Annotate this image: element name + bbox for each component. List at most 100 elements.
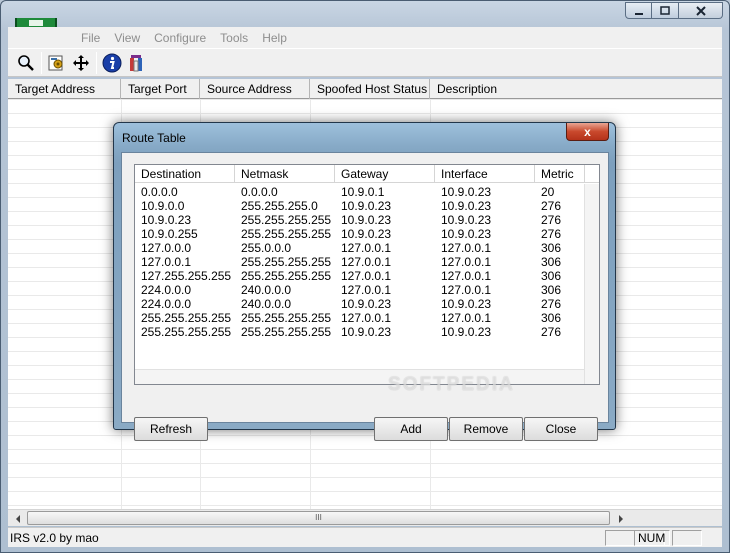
cell-interface: 127.0.0.1 (441, 311, 492, 325)
cell-metric: 276 (541, 213, 562, 227)
menu-bar: File View Configure Tools Help (8, 27, 722, 48)
cell-metric: 306 (541, 255, 562, 269)
table-row[interactable]: 10.9.0.0 255.255.255.0 10.9.0.23 10.9.0.23 2… (135, 199, 599, 213)
table-row[interactable]: 10.9.0.23 255.255.255.255 10.9.0.23 10.9.0.… (135, 213, 599, 227)
cell-netmask: 255.255.255.0 (241, 199, 318, 213)
toolbar-separator (96, 51, 97, 74)
column-target-address[interactable]: Target Address (8, 79, 121, 99)
menu-configure[interactable]: Configure (147, 31, 213, 45)
column-metric[interactable]: Metric (535, 165, 585, 183)
toolbar (8, 48, 722, 77)
menu-file[interactable]: File (74, 31, 107, 45)
scroll-thumb[interactable]: III (27, 511, 610, 525)
cell-destination: 0.0.0.0 (141, 185, 178, 199)
status-num-indicator: NUM (634, 530, 670, 546)
table-row[interactable]: 127.255.255.255 255.255.255.255 127.0.0.1 1… (135, 269, 599, 283)
column-description[interactable]: Description (430, 79, 722, 99)
column-gateway[interactable]: Gateway (335, 165, 435, 183)
cell-interface: 10.9.0.23 (441, 185, 492, 199)
search-icon (18, 54, 34, 71)
status-pane-empty (672, 530, 702, 546)
cell-gateway: 127.0.0.1 (341, 269, 392, 283)
cell-netmask: 255.255.255.255 (241, 269, 332, 283)
cell-metric: 306 (541, 241, 562, 255)
cell-metric: 20 (541, 185, 555, 199)
column-netmask[interactable]: Netmask (235, 165, 335, 183)
dialog-client-area: Destination Netmask Gateway Interface Me… (121, 152, 609, 441)
cell-metric: 306 (541, 269, 562, 283)
table-row[interactable]: 10.9.0.255 255.255.255.255 10.9.0.23 10.9.0… (135, 227, 599, 241)
cell-destination: 127.255.255.255 (141, 269, 232, 283)
minimize-button[interactable] (625, 2, 652, 19)
table-row[interactable]: 224.0.0.0 240.0.0.0 10.9.0.23 10.9.0.23 276 (135, 297, 599, 311)
cell-interface: 10.9.0.23 (441, 297, 492, 311)
route-table-dialog: Route Table x Destination Netmask Gatewa… (113, 122, 616, 441)
settings-icon (48, 55, 63, 70)
cell-metric: 276 (541, 297, 562, 311)
cell-interface: 127.0.0.1 (441, 269, 492, 283)
column-destination[interactable]: Destination (135, 165, 235, 183)
cell-destination: 127.0.0.1 (141, 255, 192, 269)
cell-destination: 10.9.0.0 (141, 199, 185, 213)
scroll-left-button[interactable] (9, 511, 26, 526)
status-text: IRS v2.0 by mao (10, 531, 99, 545)
horizontal-scrollbar[interactable]: III (8, 509, 722, 526)
column-source-address[interactable]: Source Address (200, 79, 310, 99)
menu-tools[interactable]: Tools (213, 31, 255, 45)
window-close-button[interactable] (679, 2, 723, 19)
add-button[interactable]: Add (374, 417, 448, 441)
route-table-list[interactable]: Destination Netmask Gateway Interface Me… (134, 164, 600, 385)
status-bar: IRS v2.0 by mao NUM (8, 527, 722, 547)
cell-interface: 10.9.0.23 (441, 227, 492, 241)
cell-metric: 276 (541, 199, 562, 213)
cell-destination: 10.9.0.23 (141, 213, 192, 227)
watermark-logo: SOFTPEDIA (388, 374, 515, 395)
column-spoofed-host-status[interactable]: Spoofed Host Status (310, 79, 430, 99)
cell-metric: 306 (541, 311, 562, 325)
table-row[interactable]: 0.0.0.0 0.0.0.0 10.9.0.1 10.9.0.23 20 (135, 185, 599, 199)
menu-help[interactable]: Help (255, 31, 294, 45)
close-button[interactable]: Close (524, 417, 598, 441)
remove-button[interactable]: Remove (449, 417, 523, 441)
cell-gateway: 127.0.0.1 (341, 311, 392, 325)
toolbar-search-button[interactable] (14, 51, 38, 75)
route-table-vertical-scrollbar[interactable] (584, 184, 599, 384)
menu-view[interactable]: View (107, 31, 147, 45)
cell-destination: 127.0.0.0 (141, 241, 192, 255)
cell-destination: 255.255.255.255 (141, 311, 232, 325)
remove-icon (130, 54, 142, 71)
table-row[interactable]: 127.0.0.1 255.255.255.255 127.0.0.1 127.0.0… (135, 255, 599, 269)
cell-destination: 224.0.0.0 (141, 283, 192, 297)
close-icon (695, 5, 706, 16)
toolbar-move-button[interactable] (69, 51, 93, 75)
table-row[interactable]: 255.255.255.255 255.255.255.255 127.0.0.1 1… (135, 311, 599, 325)
cell-netmask: 255.0.0.0 (241, 241, 292, 255)
cell-gateway: 10.9.0.23 (341, 227, 392, 241)
dialog-close-x-button[interactable]: x (566, 123, 609, 141)
window-controls (625, 2, 723, 19)
column-interface[interactable]: Interface (435, 165, 535, 183)
refresh-button[interactable]: Refresh (134, 417, 208, 441)
cell-gateway: 127.0.0.1 (341, 255, 392, 269)
cell-gateway: 10.9.0.23 (341, 325, 392, 339)
cell-gateway: 10.9.0.23 (341, 199, 392, 213)
cell-gateway: 10.9.0.23 (341, 213, 392, 227)
scroll-right-button[interactable] (612, 511, 629, 526)
table-row[interactable]: 255.255.255.255 255.255.255.255 10.9.0.23 1… (135, 325, 599, 339)
table-row[interactable]: 224.0.0.0 240.0.0.0 127.0.0.1 127.0.0.1 306 (135, 283, 599, 297)
maximize-button[interactable] (652, 2, 679, 19)
table-row[interactable]: 127.0.0.0 255.0.0.0 127.0.0.1 127.0.0.1 306 (135, 241, 599, 255)
cell-destination: 10.9.0.255 (141, 227, 198, 241)
cell-interface: 127.0.0.1 (441, 255, 492, 269)
cell-interface: 10.9.0.23 (441, 213, 492, 227)
cell-interface: 127.0.0.1 (441, 241, 492, 255)
route-table-horizontal-scrollbar[interactable] (135, 369, 584, 384)
column-target-port[interactable]: Target Port (121, 79, 200, 99)
toolbar-info-button[interactable] (100, 51, 124, 75)
minimize-icon (634, 12, 643, 15)
toolbar-settings-button[interactable] (45, 51, 69, 75)
cell-interface: 10.9.0.23 (441, 325, 492, 339)
toolbar-remove-button[interactable] (124, 51, 148, 75)
cell-interface: 127.0.0.1 (441, 283, 492, 297)
cell-netmask: 255.255.255.255 (241, 311, 332, 325)
